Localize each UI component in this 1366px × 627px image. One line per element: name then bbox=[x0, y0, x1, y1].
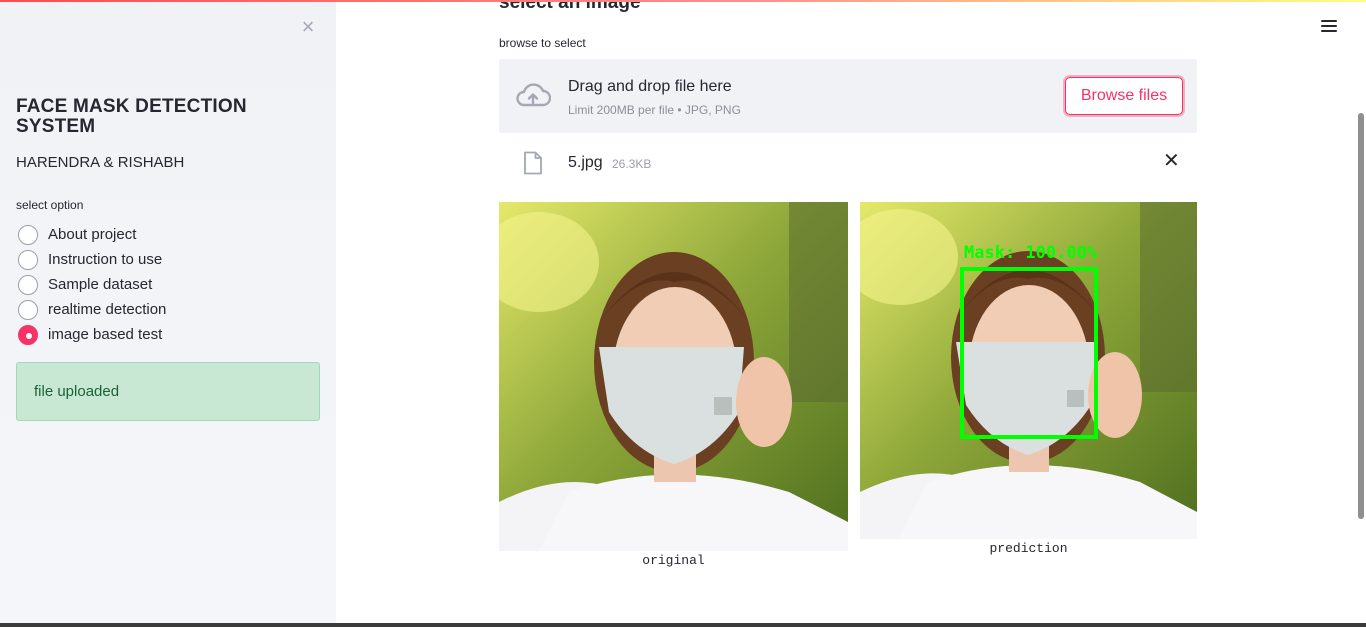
browse-files-button[interactable]: Browse files bbox=[1065, 77, 1183, 115]
prediction-caption: prediction bbox=[989, 541, 1068, 556]
file-icon bbox=[524, 151, 542, 175]
file-size: 26.3KB bbox=[612, 157, 652, 171]
hamburger-menu-icon[interactable] bbox=[1321, 20, 1337, 36]
page-heading: select an image bbox=[499, 0, 641, 13]
sidebar-authors: HARENDRA & RISHABH bbox=[16, 154, 185, 171]
radio-label: Sample dataset bbox=[48, 276, 153, 293]
radio-circle[interactable] bbox=[18, 299, 38, 320]
uploader-label: browse to select bbox=[499, 36, 586, 50]
status-success-box: file uploaded bbox=[16, 362, 320, 421]
original-caption: original bbox=[642, 553, 705, 568]
radio-circle[interactable] bbox=[18, 249, 38, 270]
sidebar: × FACE MASK DETECTION SYSTEM HARENDRA & … bbox=[0, 0, 336, 627]
radio-sample-dataset[interactable]: Sample dataset bbox=[18, 272, 166, 297]
radio-label: image based test bbox=[48, 326, 163, 343]
radio-circle[interactable] bbox=[18, 274, 38, 295]
sidebar-title: FACE MASK DETECTION SYSTEM bbox=[16, 96, 247, 137]
radio-realtime-detection[interactable]: realtime detection bbox=[18, 297, 166, 322]
dropzone-title: Drag and drop file here bbox=[568, 78, 732, 95]
cloud-upload-icon bbox=[516, 83, 551, 107]
top-accent-bar bbox=[0, 0, 1366, 2]
prediction-image: Mask: 100.00% bbox=[860, 202, 1197, 539]
radio-circle-selected[interactable] bbox=[18, 324, 38, 345]
scrollbar[interactable] bbox=[1358, 113, 1364, 519]
bottom-taskbar-edge bbox=[0, 623, 1366, 627]
radio-label: realtime detection bbox=[48, 301, 167, 318]
uploaded-file-row: 5.jpg 26.3KB ✕ bbox=[499, 145, 1197, 181]
radio-instruction-to-use[interactable]: Instruction to use bbox=[18, 247, 166, 272]
file-dropzone[interactable]: Drag and drop file here Limit 200MB per … bbox=[499, 59, 1197, 133]
radio-circle[interactable] bbox=[18, 224, 38, 245]
original-image bbox=[499, 202, 848, 551]
radio-label: About project bbox=[48, 226, 137, 243]
radio-label: Instruction to use bbox=[48, 251, 163, 268]
radio-image-based-test[interactable]: image based test bbox=[18, 322, 166, 347]
file-name: 5.jpg bbox=[568, 154, 603, 171]
detection-label: Mask: 100.00% bbox=[964, 243, 1098, 263]
remove-file-icon[interactable]: ✕ bbox=[1163, 151, 1180, 171]
original-photo bbox=[499, 202, 848, 551]
dropzone-limit: Limit 200MB per file • JPG, PNG bbox=[568, 103, 741, 117]
status-message: file uploaded bbox=[34, 383, 120, 400]
select-option-label: select option bbox=[16, 198, 84, 212]
option-radio-group: About project Instruction to use Sample … bbox=[18, 222, 166, 347]
prediction-photo: Mask: 100.00% bbox=[860, 202, 1197, 539]
close-icon[interactable]: × bbox=[298, 16, 318, 38]
radio-about-project[interactable]: About project bbox=[18, 222, 166, 247]
